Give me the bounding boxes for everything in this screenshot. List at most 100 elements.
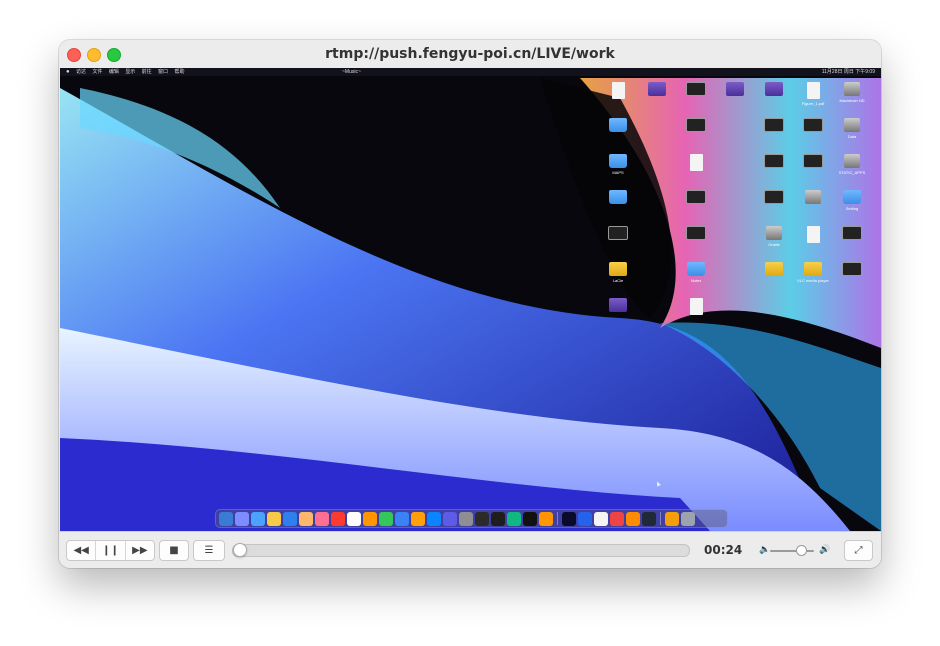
- dock-app-icon[interactable]: [610, 511, 624, 526]
- dock-app-icon[interactable]: [642, 511, 656, 526]
- volume-high-icon[interactable]: 🔊: [819, 544, 830, 555]
- pause-button[interactable]: ❙❙: [95, 541, 124, 560]
- desktop-icon[interactable]: [600, 118, 636, 134]
- img-icon: [842, 262, 862, 276]
- desktop-icon[interactable]: [756, 82, 792, 98]
- desktop-icon[interactable]: [600, 226, 636, 242]
- dock-app-icon[interactable]: [283, 511, 297, 526]
- desktop-icon[interactable]: [600, 82, 636, 101]
- dock-app-icon[interactable]: [347, 511, 361, 526]
- fast-forward-button[interactable]: ▶▶: [124, 541, 154, 560]
- folder-icon: [609, 190, 627, 204]
- dock-app-icon[interactable]: [507, 511, 521, 526]
- dock-app-icon[interactable]: [235, 511, 249, 526]
- volume-slider[interactable]: [770, 545, 814, 556]
- desktop-icon[interactable]: [756, 190, 792, 206]
- desktop-icon[interactable]: STATIC_APPS: [834, 154, 870, 175]
- dock-app-icon[interactable]: [267, 511, 281, 526]
- desktop-icon[interactable]: [678, 154, 714, 173]
- dock-app-icon[interactable]: [523, 511, 537, 526]
- dock-app-icon[interactable]: [562, 511, 576, 526]
- desktop-icon[interactable]: Macintosh HD: [834, 82, 870, 103]
- dock-app-icon[interactable]: [594, 511, 608, 526]
- desktop-icon-label: STATIC_APPS: [838, 170, 866, 175]
- folder-icon: [687, 262, 705, 276]
- dock-app-icon[interactable]: [315, 511, 329, 526]
- dock-app-icon[interactable]: [299, 511, 313, 526]
- desktop-icon[interactable]: VLC media player: [795, 262, 831, 283]
- video-area[interactable]: ● 访达 文件 编辑 显示 前往 窗口 帮助 ~Music~ 11月28日 周日…: [60, 68, 881, 531]
- desktop-icon[interactable]: [756, 154, 792, 170]
- desktop-icon[interactable]: [678, 82, 714, 98]
- dock-app-icon[interactable]: [539, 511, 553, 526]
- desktop-icon[interactable]: [795, 226, 831, 245]
- dock-app-icon[interactable]: [395, 511, 409, 526]
- desktop-icon[interactable]: [717, 82, 753, 98]
- desktop-icon-label: MAPS: [612, 170, 624, 175]
- desktop-icon[interactable]: [678, 226, 714, 242]
- fullscreen-button[interactable]: ⤢: [844, 540, 873, 561]
- menu-item: 帮助: [174, 69, 185, 75]
- img-icon: [803, 154, 823, 168]
- dock-app-icon[interactable]: [626, 511, 640, 526]
- desktop-icon[interactable]: LaCie: [600, 262, 636, 283]
- desktop-icon[interactable]: Setting: [834, 190, 870, 211]
- img-icon: [686, 118, 706, 132]
- dock-app-icon[interactable]: [665, 511, 679, 526]
- img-icon: [686, 190, 706, 204]
- playlist-icon: ☰: [204, 545, 214, 556]
- playlist-button[interactable]: ☰: [193, 540, 225, 561]
- dock-app-icon[interactable]: [491, 511, 505, 526]
- dock-app-icon[interactable]: [443, 511, 457, 526]
- desktop-icon[interactable]: [678, 298, 714, 317]
- dock-app-icon[interactable]: [331, 511, 345, 526]
- desktop-icon[interactable]: [600, 298, 636, 314]
- doc-icon: [689, 298, 703, 315]
- doc-icon: [806, 226, 820, 243]
- desktop-icon[interactable]: [678, 190, 714, 206]
- purple-icon: [609, 298, 627, 312]
- dock-app-icon[interactable]: [363, 511, 377, 526]
- desktop-icon[interactable]: Figure_1.pdf: [795, 82, 831, 106]
- doc-icon: [806, 82, 820, 99]
- rewind-button[interactable]: ◀◀: [67, 541, 95, 560]
- dock-app-icon[interactable]: [475, 511, 489, 526]
- stop-button[interactable]: ■: [159, 540, 189, 561]
- seek-knob[interactable]: [233, 543, 247, 557]
- img-icon: [842, 226, 862, 240]
- desktop-icon[interactable]: Notes: [678, 262, 714, 283]
- desktop-icon[interactable]: MAPS: [600, 154, 636, 175]
- dock-app-icon[interactable]: [219, 511, 233, 526]
- dock-app-icon[interactable]: [379, 511, 393, 526]
- rewind-icon: ◀◀: [73, 545, 89, 556]
- dock-app-icon[interactable]: [459, 511, 473, 526]
- disk-icon: [805, 190, 821, 204]
- desktop-icon[interactable]: Onsite: [756, 226, 792, 247]
- desktop-icon[interactable]: [795, 154, 831, 170]
- playback-controls: ◀◀ ❙❙ ▶▶ ■ ☰ 00:24 🔈 🔊 ⤢: [59, 531, 881, 568]
- desktop-icon-label: Setting: [845, 206, 859, 211]
- title-bar[interactable]: rtmp://push.fengyu-poi.cn/LIVE/work: [59, 40, 881, 68]
- dock-app-icon[interactable]: [251, 511, 265, 526]
- menu-item: 显示: [125, 69, 136, 75]
- desktop-icon[interactable]: [756, 262, 792, 278]
- volume-knob[interactable]: [796, 545, 807, 556]
- desktop-icon[interactable]: [600, 190, 636, 206]
- desktop-icon[interactable]: [678, 118, 714, 134]
- dock-app-icon[interactable]: [427, 511, 441, 526]
- menubar-clock: 11月28日 周日 下午9:09: [821, 69, 875, 75]
- desktop-icon[interactable]: [639, 82, 675, 98]
- seek-bar[interactable]: [232, 543, 690, 557]
- volume-low-icon[interactable]: 🔈: [759, 544, 770, 555]
- dock-app-icon[interactable]: [411, 511, 425, 526]
- purple-icon: [726, 82, 744, 96]
- desktop-icon[interactable]: [834, 262, 870, 278]
- desktop-icon[interactable]: [795, 190, 831, 206]
- desktop-icon[interactable]: [795, 118, 831, 134]
- desktop-icon-label: VLC media player: [797, 278, 829, 283]
- dock-app-icon[interactable]: [578, 511, 592, 526]
- dock-app-icon[interactable]: [681, 511, 695, 526]
- desktop-icon[interactable]: [756, 118, 792, 134]
- desktop-icon[interactable]: Data: [834, 118, 870, 139]
- desktop-icon[interactable]: [834, 226, 870, 242]
